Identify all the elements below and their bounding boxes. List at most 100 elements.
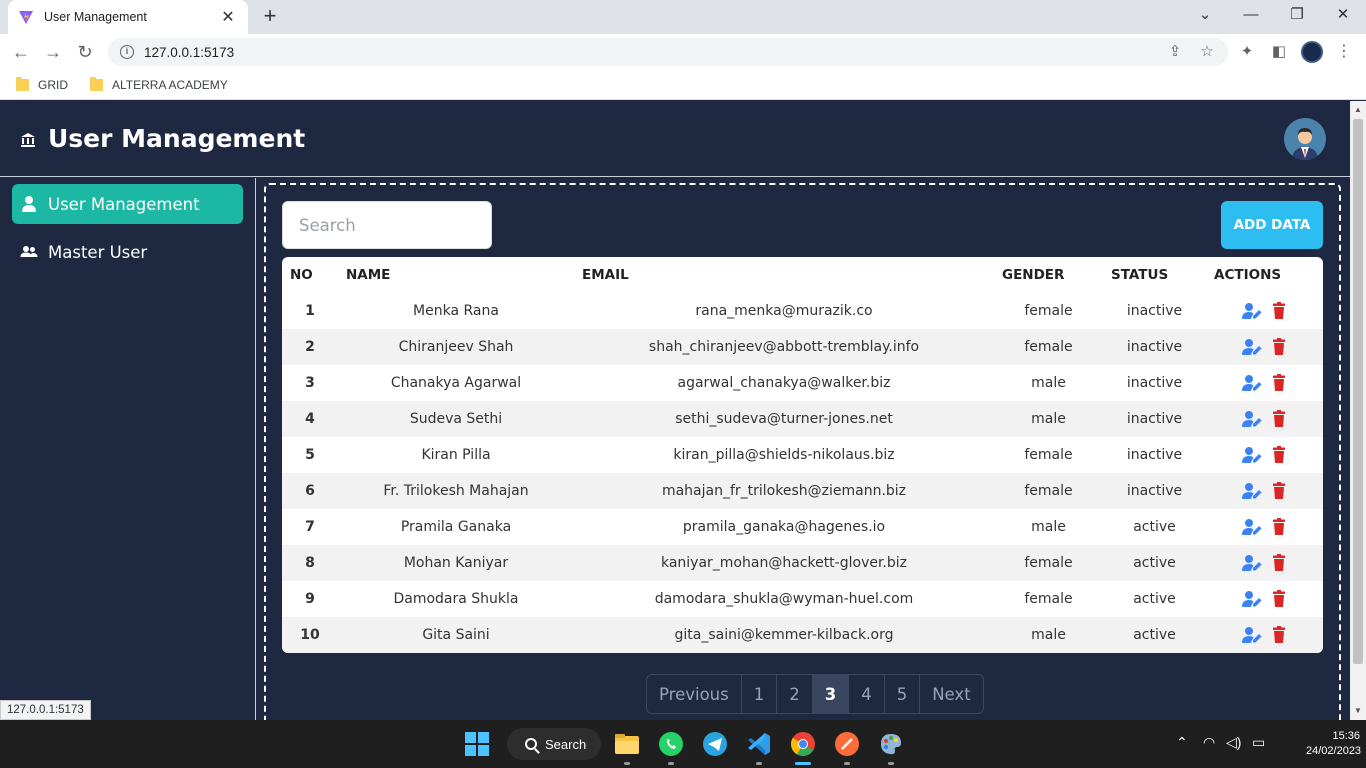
cell-status: active <box>1133 519 1176 535</box>
trash-icon[interactable] <box>1270 302 1288 320</box>
running-indicator <box>668 762 674 765</box>
user-edit-icon[interactable] <box>1241 338 1262 356</box>
running-indicator <box>624 762 630 765</box>
windows-start-icon[interactable] <box>463 730 491 758</box>
battery-icon[interactable]: ▭ <box>1252 734 1265 751</box>
col-header-actions: ACTIONS <box>1214 267 1282 283</box>
scrollbar-thumb[interactable] <box>1353 119 1363 664</box>
cell-email: gita_saini@kemmer-kilback.org <box>674 627 894 643</box>
site-info-icon[interactable]: i <box>120 45 134 59</box>
reload-icon[interactable]: ↻ <box>72 40 98 64</box>
sidebar-item-user-management[interactable]: User Management <box>12 184 243 224</box>
pagination-next[interactable]: Next <box>920 675 982 713</box>
user-edit-icon[interactable] <box>1241 626 1262 644</box>
table-row: 1 Menka Rana rana_menka@murazik.co female in… <box>282 293 1323 329</box>
file-explorer-icon[interactable] <box>613 730 641 758</box>
page-scrollbar[interactable]: ▲ ▼ <box>1350 101 1366 720</box>
close-window-button[interactable]: ✕ <box>1320 4 1366 28</box>
user-edit-icon[interactable] <box>1241 302 1262 320</box>
trash-icon[interactable] <box>1270 446 1288 464</box>
extensions-icon[interactable]: ✦ <box>1235 40 1259 64</box>
taskbar-search-button[interactable]: Search <box>507 728 601 760</box>
restore-button[interactable]: ❐ <box>1274 4 1320 28</box>
trash-icon[interactable] <box>1270 554 1288 572</box>
cell-actions <box>1206 329 1323 365</box>
chrome-icon[interactable] <box>789 730 817 758</box>
cell-email: mahajan_fr_trilokesh@ziemann.biz <box>661 483 907 499</box>
side-panel-icon[interactable]: ◧ <box>1267 40 1291 64</box>
new-tab-button[interactable]: + <box>258 5 282 29</box>
search-input[interactable] <box>282 201 492 249</box>
cell-no: 2 <box>305 339 315 355</box>
pagination-page-4[interactable]: 4 <box>849 675 885 713</box>
cell-actions <box>1206 365 1323 401</box>
wifi-icon[interactable]: ◠ <box>1203 734 1215 751</box>
url-text: 127.0.0.1:5173 <box>144 44 235 60</box>
actions-group <box>1206 554 1323 572</box>
bookmark-star-icon[interactable]: ☆ <box>1195 40 1219 64</box>
whatsapp-icon[interactable] <box>657 730 685 758</box>
cell-email: sethi_sudeva@turner-jones.net <box>675 411 893 427</box>
user-edit-icon[interactable] <box>1241 590 1262 608</box>
scroll-up-arrow-icon[interactable]: ▲ <box>1350 103 1366 117</box>
sidebar-item-master-user[interactable]: Master User <box>12 232 243 272</box>
add-data-button[interactable]: ADD DATA <box>1221 201 1323 249</box>
cell-no: 3 <box>305 375 315 391</box>
tray-chevron-up-icon[interactable]: ⌃ <box>1176 734 1188 751</box>
paint-icon[interactable] <box>877 730 905 758</box>
user-edit-icon[interactable] <box>1241 518 1262 536</box>
forward-arrow-icon[interactable]: → <box>40 40 66 64</box>
system-clock[interactable]: 15:36 24/02/2023 <box>1306 729 1361 759</box>
trash-icon[interactable] <box>1270 518 1288 536</box>
bookmark-grid[interactable]: GRID <box>16 76 68 92</box>
vscode-icon[interactable] <box>745 730 773 758</box>
trash-icon[interactable] <box>1270 410 1288 428</box>
scroll-down-arrow-icon[interactable]: ▼ <box>1350 704 1366 718</box>
pagination-page-1[interactable]: 1 <box>742 675 778 713</box>
browser-tab[interactable]: User Management ✕ <box>8 0 248 34</box>
cell-email: damodara_shukla@wyman-huel.com <box>654 591 914 607</box>
bank-icon <box>21 133 35 147</box>
sidebar-item-label: Master User <box>48 242 148 262</box>
share-icon[interactable]: ⇪ <box>1163 40 1187 64</box>
trash-icon[interactable] <box>1270 626 1288 644</box>
trash-icon[interactable] <box>1270 590 1288 608</box>
volume-icon[interactable]: ◁) <box>1226 734 1241 751</box>
pagination-page-5[interactable]: 5 <box>885 675 921 713</box>
tab-search-chevron-icon[interactable]: ⌄ <box>1182 4 1228 28</box>
browser-profile-avatar[interactable] <box>1301 41 1323 63</box>
minimize-button[interactable]: — <box>1228 4 1274 28</box>
col-header-no: NO <box>290 267 313 283</box>
user-avatar[interactable] <box>1284 118 1326 160</box>
cell-name: Sudeva Sethi <box>409 411 503 427</box>
back-arrow-icon[interactable]: ← <box>8 40 34 64</box>
url-bar[interactable]: i 127.0.0.1:5173 <box>108 38 1228 66</box>
tab-close-icon[interactable]: ✕ <box>218 7 238 27</box>
user-edit-icon[interactable] <box>1241 374 1262 392</box>
actions-group <box>1206 338 1323 356</box>
address-bar-row: ← → ↻ i 127.0.0.1:5173 ⇪ ☆ ✦ ◧ ⋮ <box>0 34 1366 70</box>
pagination-page-2[interactable]: 2 <box>777 675 813 713</box>
actions-group <box>1206 410 1323 428</box>
cell-name: Fr. Trilokesh Mahajan <box>383 483 529 499</box>
running-indicator <box>756 762 762 765</box>
cell-status: inactive <box>1126 303 1183 319</box>
users-table: NO NAME EMAIL GENDER STATUS ACTIONS 1 Men… <box>282 257 1323 653</box>
telegram-icon[interactable] <box>701 730 729 758</box>
bookmark-alterra-academy[interactable]: ALTERRA ACADEMY <box>90 76 228 92</box>
cell-actions <box>1206 437 1323 473</box>
user-edit-icon[interactable] <box>1241 482 1262 500</box>
actions-group <box>1206 374 1323 392</box>
pagination-page-3[interactable]: 3 <box>812 675 850 713</box>
user-edit-icon[interactable] <box>1241 446 1262 464</box>
postman-icon[interactable] <box>833 730 861 758</box>
browser-menu-icon[interactable]: ⋮ <box>1336 40 1352 64</box>
trash-icon[interactable] <box>1270 338 1288 356</box>
cell-actions <box>1206 473 1323 509</box>
trash-icon[interactable] <box>1270 482 1288 500</box>
user-edit-icon[interactable] <box>1241 554 1262 572</box>
cell-email: kaniyar_mohan@hackett-glover.biz <box>660 555 908 571</box>
pagination-previous[interactable]: Previous <box>647 675 742 713</box>
user-edit-icon[interactable] <box>1241 410 1262 428</box>
trash-icon[interactable] <box>1270 374 1288 392</box>
